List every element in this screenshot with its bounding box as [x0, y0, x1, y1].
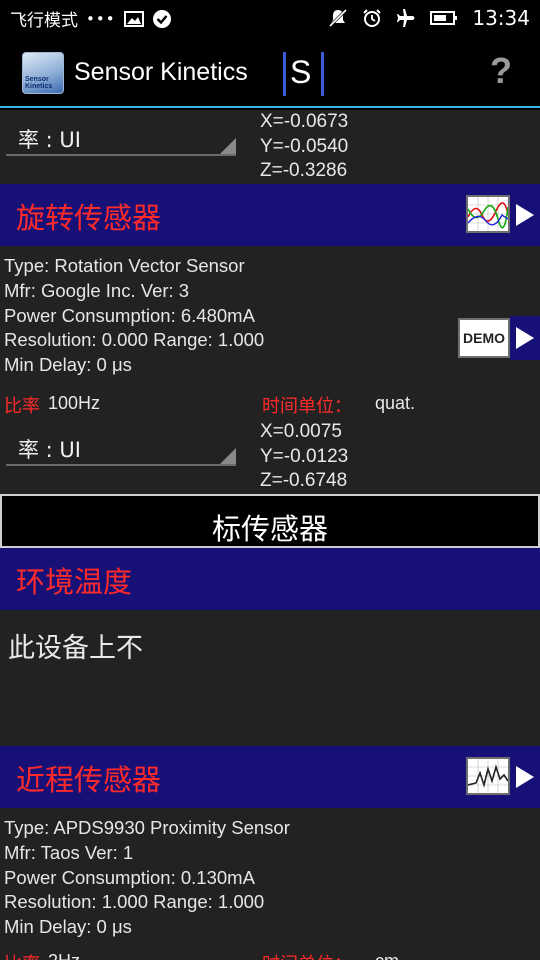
sensor-resolution: Resolution: 1.000 Range: 1.000: [4, 891, 265, 913]
rotation-xyz-readout: X=0.0075 Y=-0.0123 Z=-0.6748: [260, 420, 348, 494]
z-value: Z=-0.3286: [260, 160, 348, 181]
not-available-text: 此设备上不: [8, 633, 143, 664]
s-button-label: S: [290, 54, 312, 90]
more-dots: •••: [86, 9, 116, 28]
graph-icon: [467, 197, 509, 231]
graph-icon: [467, 759, 509, 793]
sensor-list[interactable]: 率 : UI X=-0.0673 Y=-0.0540 Z=-0.3286 旋转传…: [0, 110, 540, 960]
sensor-resolution: Resolution: 0.000 Range: 1.000: [4, 329, 265, 351]
rotation-sensor-title: 旋转传感器: [16, 201, 162, 235]
x-value: X=-0.0673: [260, 111, 349, 132]
alarm-icon: [362, 8, 382, 28]
time-unit-label: 时间单位：: [262, 950, 352, 960]
time-unit-value: cm: [375, 951, 399, 960]
sensor-type: Type: Rotation Vector Sensor: [4, 255, 245, 276]
y-value: Y=-0.0540: [260, 135, 349, 157]
section-title: 标传感器: [211, 512, 328, 546]
airplane-mode-text: 飞行模式: [10, 11, 78, 31]
app-title: Sensor Kinetics: [74, 58, 248, 86]
clock-time: 13:34: [472, 6, 530, 30]
proximity-sensor-info: Type: APDS9930 Proximity Sensor Mfr: Tao…: [4, 816, 290, 940]
top-xyz-readout: X=-0.0673 Y=-0.0540 Z=-0.3286: [260, 110, 348, 184]
spinner-arrow-icon: [220, 448, 236, 464]
help-button[interactable]: ?: [490, 50, 512, 92]
rate-spinner-value: 率 : UI: [18, 128, 81, 152]
s-button[interactable]: S: [283, 52, 325, 96]
app-logo[interactable]: Sensor Kinetics: [22, 52, 64, 94]
status-bar: 飞行模式 ••• 13:34: [0, 0, 540, 38]
rate-label: 比率: [4, 396, 40, 417]
play-arrow-icon[interactable]: [516, 766, 534, 788]
mute-icon: [328, 8, 348, 28]
proximity-graph-button[interactable]: [466, 757, 510, 795]
time-unit-label: 时间单位：: [262, 396, 352, 417]
check-circle-icon: [152, 9, 172, 29]
image-icon: [123, 9, 144, 29]
play-arrow-icon[interactable]: [516, 204, 534, 226]
rate-label: 比率: [4, 950, 40, 960]
temperature-sensor-header: 环境温度: [0, 548, 540, 610]
rotation-sensor-header: 旋转传感器: [0, 184, 540, 246]
action-bar: Sensor Kinetics Sensor Kinetics S ?: [0, 38, 540, 108]
proximity-sensor-title: 近程传感器: [16, 763, 162, 797]
y-value: Y=-0.0123: [260, 445, 349, 467]
demo-button[interactable]: DEMO: [458, 318, 510, 358]
rate-value: 100Hz: [48, 393, 101, 413]
rate-spinner-value: 率 : UI: [18, 438, 81, 462]
demo-play-arrow-icon[interactable]: [516, 327, 534, 349]
sensor-type: Type: APDS9930 Proximity Sensor: [4, 817, 290, 838]
app-logo-text: Sensor Kinetics: [25, 76, 53, 90]
sensor-mfr: Mfr: Google Inc. Ver: 3: [4, 279, 190, 301]
rate-spinner-top[interactable]: 率 : UI: [6, 116, 236, 156]
sensor-power: Power Consumption: 0.130mA: [4, 866, 255, 888]
rotation-graph-button[interactable]: [466, 195, 510, 233]
temperature-sensor-title: 环境温度: [16, 565, 133, 599]
rate-value: 2Hz: [48, 951, 80, 960]
airplane-icon: [396, 8, 416, 28]
sensor-min-delay: Min Delay: 0 μs: [4, 916, 132, 938]
proximity-sensor-header: 近程传感器: [0, 746, 540, 808]
battery-icon: [430, 8, 458, 28]
section-header: 标传感器: [0, 494, 540, 548]
sensor-min-delay: Min Delay: 0 μs: [4, 354, 132, 376]
rotation-rate-spinner[interactable]: 率 : UI: [6, 426, 236, 466]
rotation-sensor-info: Type: Rotation Vector Sensor Mfr: Google…: [4, 254, 264, 378]
sensor-mfr: Mfr: Taos Ver: 1: [4, 841, 134, 863]
time-unit-value: quat.: [375, 393, 416, 413]
x-value: X=0.0075: [260, 421, 342, 442]
z-value: Z=-0.6748: [260, 470, 348, 491]
spinner-arrow-icon: [220, 138, 236, 154]
sensor-power: Power Consumption: 6.480mA: [4, 304, 255, 326]
